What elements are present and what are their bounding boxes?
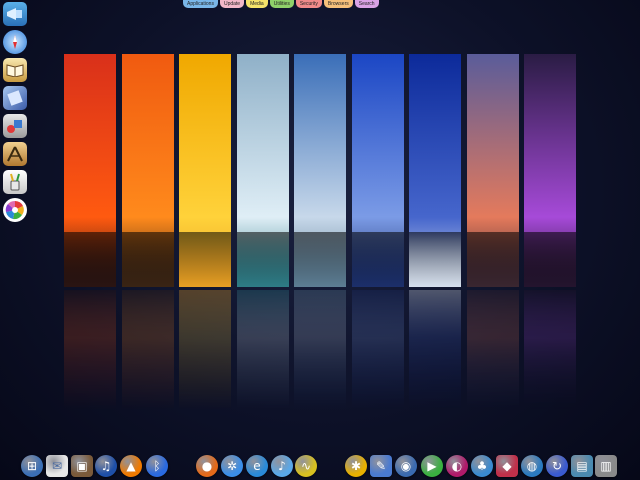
panel-horizon: [467, 232, 519, 287]
audio-wave-icon[interactable]: ∿: [295, 455, 317, 477]
tab-update[interactable]: Update: [219, 0, 245, 8]
network-icon[interactable]: [3, 114, 27, 138]
wallpaper-panel-orange: [122, 54, 174, 287]
panel-horizon: [524, 232, 576, 287]
wallpaper-reflection-blue: [352, 290, 404, 410]
drawing-tools-icon[interactable]: [3, 142, 27, 166]
notes-icon[interactable]: ✎: [370, 455, 392, 477]
media-player-icon[interactable]: ▶: [421, 455, 443, 477]
wallpaper-reflection-light-blue: [294, 290, 346, 410]
internet-explorer-icon[interactable]: e: [246, 455, 268, 477]
cube-icon[interactable]: ◆: [496, 455, 518, 477]
music-note-icon[interactable]: ♫: [95, 455, 117, 477]
wallpaper-reflection-cyan: [237, 290, 289, 410]
tab-search[interactable]: Search: [354, 0, 379, 8]
wallpaper: [0, 0, 640, 440]
wallpaper-panel-blue: [352, 54, 404, 287]
panel-horizon: [237, 232, 289, 287]
wallpaper-panel-violet: [467, 54, 519, 287]
wallpaper-panel-light-blue: [294, 54, 346, 287]
tab-security[interactable]: Security: [295, 0, 322, 8]
panel-horizon: [352, 232, 404, 287]
wallpaper-panel-purple: [524, 54, 576, 287]
wallpaper-reflection-orange: [122, 290, 174, 410]
wallpaper-reflection-deep-blue: [409, 290, 461, 410]
vlc-cone-icon[interactable]: ▲: [120, 455, 142, 477]
tab-browsers[interactable]: Browsers: [323, 0, 353, 8]
aim-runner-icon[interactable]: ✱: [345, 455, 367, 477]
dock: ⊞ ✉ ▣ ♫ ▲ ᛒ ● ✲ e ♪ ∿ ✱ ✎ ◉ ▶ ◐ ♣ ◆ ◍ ↻ ▤ ▥: [0, 446, 640, 480]
wallpaper-panel-deep-blue: [409, 54, 461, 287]
screen-capture-icon[interactable]: ▤: [571, 455, 593, 477]
wireless-icon[interactable]: ◉: [395, 455, 417, 477]
tab-applications[interactable]: Applications: [183, 0, 218, 8]
panel-horizon: [179, 232, 231, 287]
safari-compass-icon[interactable]: [3, 30, 27, 54]
picasa-icon[interactable]: [3, 198, 27, 222]
wallpaper-panel-cyan: [237, 54, 289, 287]
sync-icon[interactable]: ↻: [546, 455, 568, 477]
panel-horizon: [122, 232, 174, 287]
chat-bubble-icon[interactable]: ◐: [446, 455, 468, 477]
itunes-icon[interactable]: ♪: [271, 455, 293, 477]
megaphone-icon[interactable]: [3, 2, 27, 26]
firefox-icon[interactable]: ●: [196, 455, 218, 477]
wallpaper-reflection-yellow: [179, 290, 231, 410]
panel-horizon: [294, 232, 346, 287]
tab-media[interactable]: Media: [246, 0, 268, 8]
tab-utilities[interactable]: Utilities: [269, 0, 294, 8]
wallpaper-panel-red: [64, 54, 116, 287]
bluetooth-icon[interactable]: ᛒ: [146, 455, 168, 477]
panel-horizon: [64, 232, 116, 287]
book-icon[interactable]: [3, 58, 27, 82]
photo-icon[interactable]: ▣: [71, 455, 93, 477]
wallpaper-reflection-red: [64, 290, 116, 410]
safari-icon[interactable]: ✲: [221, 455, 243, 477]
mail-icon[interactable]: ✉: [46, 455, 68, 477]
windows-start-icon[interactable]: ⊞: [21, 455, 43, 477]
footprint-icon[interactable]: ♣: [471, 455, 493, 477]
paint-cup-icon[interactable]: [3, 170, 27, 194]
panel-horizon: [409, 232, 461, 287]
wallpaper-reflection-purple: [524, 290, 576, 410]
globe-icon[interactable]: ◍: [521, 455, 543, 477]
top-tab-menu: Applications Update Media Utilities Secu…: [183, 0, 379, 8]
calculator-icon[interactable]: [3, 86, 27, 110]
trash-icon[interactable]: ▥: [595, 455, 617, 477]
wallpaper-reflection-violet: [467, 290, 519, 410]
wallpaper-panel-yellow: [179, 54, 231, 287]
